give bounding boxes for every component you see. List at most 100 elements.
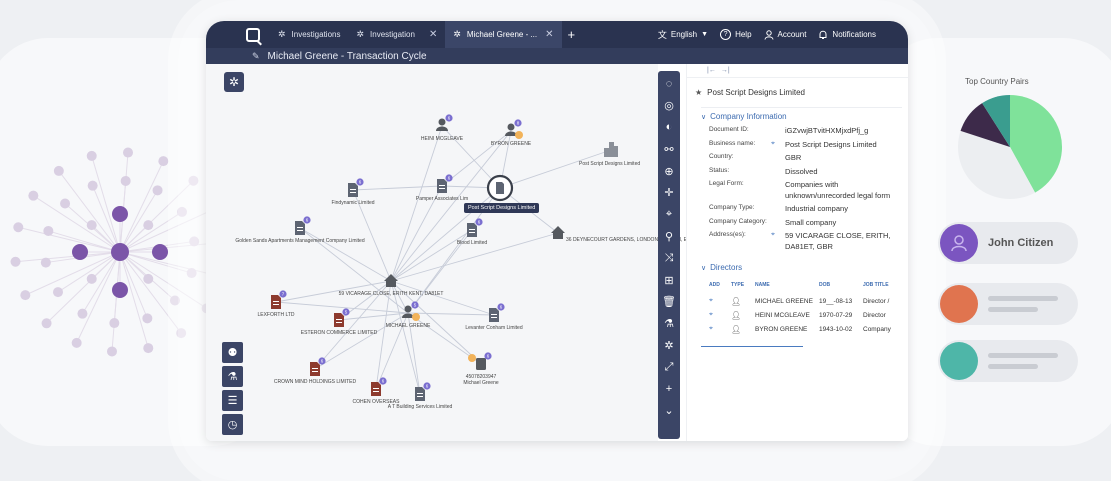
table-row[interactable]: ⌖ 👤︎ MICHAEL GREENE 19__-08-13 Director / — [687, 294, 908, 308]
person-icon — [507, 123, 515, 131]
graph-canvas[interactable]: 68666675566666 ✲ ⚉ ⚗ ☰ ◷ HEINI MCGLEAVE B… — [206, 64, 703, 441]
person-card-2[interactable] — [938, 283, 1078, 325]
graph-node-lexforth[interactable]: 7 — [271, 290, 287, 309]
crosshair-icon[interactable]: ✛ — [658, 182, 680, 204]
language-select[interactable]: 文 English ▼ — [658, 28, 708, 41]
node — [86, 220, 97, 231]
graph-node-esteron[interactable]: 5 — [334, 308, 350, 327]
node — [123, 147, 134, 158]
notifications-button[interactable]: Notifications — [818, 30, 876, 40]
contrast-icon[interactable]: ◐ — [658, 117, 680, 139]
details-panel: |← →| ★ Post Script Designs Limited ∨ Co… — [686, 64, 908, 441]
company-fields: Document ID: iGZvwjBTvitHXMjxdPfj_g Busine… — [687, 126, 908, 255]
avatar — [940, 224, 978, 262]
graph-node-blood[interactable]: 6 — [467, 218, 483, 237]
chevron-down-icon: ∨ — [701, 264, 707, 272]
expand-panel-icon[interactable]: →| — [721, 67, 730, 74]
person-icon — [951, 235, 967, 252]
app-logo[interactable] — [236, 21, 270, 48]
node — [28, 190, 39, 201]
graph-node-michael[interactable]: 5 — [402, 301, 420, 321]
document-line — [350, 192, 356, 193]
locate-icon[interactable]: ⌖ — [709, 325, 731, 333]
link-icon[interactable]: ⚯ — [658, 138, 680, 160]
star-icon[interactable]: ★ — [695, 88, 702, 97]
field-label: Document ID: — [709, 126, 749, 133]
select-icon[interactable]: ◎ — [658, 95, 680, 117]
layout-icon[interactable]: ✲ — [658, 335, 680, 357]
graph-node-crown[interactable]: 6 — [310, 357, 326, 376]
node — [106, 346, 117, 357]
hierarchy-icon: ✲ — [278, 29, 286, 39]
plus-icon[interactable]: + — [658, 378, 680, 400]
locate-icon[interactable]: ⌖ — [771, 140, 785, 154]
directors-section[interactable]: ∨ Directors — [687, 263, 908, 272]
trash-icon[interactable]: 🗑︎ — [658, 291, 680, 313]
table-scrollbar[interactable] — [701, 346, 803, 347]
graph-edge — [407, 312, 495, 316]
document-line — [439, 185, 445, 186]
graph-node-cohen[interactable]: 6 — [371, 377, 387, 396]
field-value: Post Script Designs Limited — [785, 139, 877, 149]
graph-node-levanter[interactable]: 6 — [489, 303, 505, 322]
pencil-icon[interactable]: ✎ — [252, 51, 260, 62]
document-line — [491, 314, 497, 315]
table-row[interactable]: ⌖ 👤︎ HEINI MCGLEAVE 1970-07-29 Director — [687, 308, 908, 322]
graph-node-phone[interactable]: 6 — [468, 352, 492, 370]
route-icon[interactable]: ⤨ — [658, 247, 680, 269]
person-card-1[interactable]: John Citizen — [938, 222, 1078, 264]
divider — [701, 107, 902, 108]
column-header-add: ADD — [709, 282, 720, 288]
node — [152, 185, 163, 196]
add-node-icon[interactable]: ⊞ — [658, 269, 680, 291]
tab-investigation[interactable]: ✲ Investigation ✕ — [348, 21, 445, 48]
flask-icon[interactable]: ⚗ — [222, 366, 243, 387]
chevron-down-icon: ∨ — [701, 113, 707, 121]
close-icon[interactable]: ✕ — [545, 29, 553, 40]
graph-node-heini[interactable]: 6 — [436, 114, 453, 131]
graph-node-postscript_sel[interactable] — [486, 174, 514, 202]
tab-investigations[interactable]: ✲ Investigations — [270, 21, 348, 48]
node-label: Post Script Designs Limited — [464, 203, 540, 213]
new-tab-button[interactable]: + — [562, 27, 582, 42]
investigation-title-bar: ✎ Michael Greene - Transaction Cycle — [206, 48, 908, 64]
graph-node-findynamic[interactable]: 6 — [348, 178, 364, 197]
locate-icon[interactable]: ⌖ — [658, 204, 680, 226]
chevron-down-icon[interactable]: ⌄ — [658, 400, 680, 422]
title-bar: ✲ Investigations ✲ Investigation ✕ ✲ Mic… — [206, 21, 908, 48]
edge — [91, 155, 121, 253]
graph-node-address36[interactable] — [551, 226, 565, 239]
graph-node-byron[interactable]: 8 — [505, 119, 523, 139]
target-icon[interactable]: ⊕ — [658, 160, 680, 182]
graph-node-pamper[interactable]: 6 — [437, 174, 453, 193]
tab-michael-greene[interactable]: ✲ Michael Greene - ... ✕ — [445, 21, 562, 48]
company-information-section[interactable]: ∨ Company Information — [687, 112, 908, 121]
search-icon[interactable]: ⚲ — [658, 226, 680, 248]
locate-icon[interactable]: ⌖ — [709, 297, 731, 305]
graph-node-golden[interactable]: 6 — [295, 216, 311, 235]
document-line — [417, 396, 423, 397]
flask-icon[interactable]: ⚗ — [658, 313, 680, 335]
close-icon[interactable]: ✕ — [429, 29, 437, 40]
help-icon: ? — [720, 29, 732, 40]
document-line — [273, 304, 279, 305]
help-button[interactable]: ? Help — [720, 29, 752, 40]
expand-icon[interactable]: ⤢ — [658, 356, 680, 378]
document-line — [336, 322, 342, 323]
collapse-panel-icon[interactable]: |← — [707, 67, 716, 74]
lasso-icon[interactable]: ◌ — [658, 73, 680, 95]
person-card-3[interactable] — [938, 340, 1078, 382]
account-button[interactable]: Account — [764, 29, 806, 40]
graph-node-address59[interactable] — [384, 274, 398, 287]
hierarchy-icon[interactable]: ✲ — [224, 72, 244, 92]
node — [40, 257, 51, 268]
table-row[interactable]: ⌖ 👤︎ BYRON GREENE 1943-10-02 Company — [687, 322, 908, 336]
edge — [15, 251, 121, 263]
clock-icon[interactable]: ◷ — [222, 414, 243, 435]
building-icon — [604, 142, 618, 157]
graph-node-postscript[interactable] — [604, 142, 618, 157]
locate-icon[interactable]: ⌖ — [771, 231, 785, 255]
sliders-icon[interactable]: ☰ — [222, 390, 243, 411]
locate-icon[interactable]: ⌖ — [709, 311, 731, 319]
person-gear-icon[interactable]: ⚉ — [222, 342, 243, 363]
